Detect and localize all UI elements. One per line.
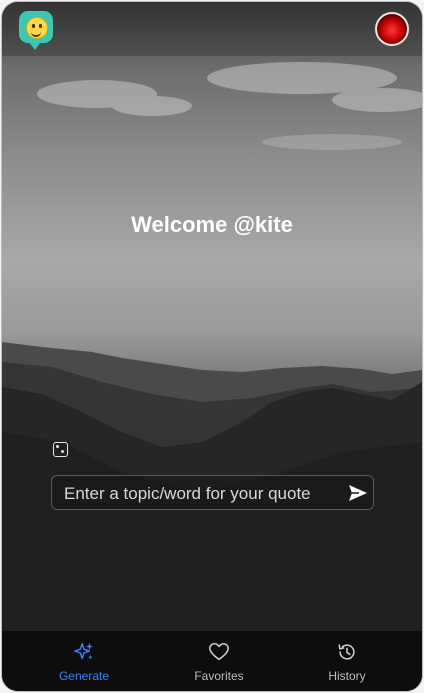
topic-input[interactable] [62, 476, 336, 511]
sparkles-icon [74, 642, 94, 660]
topic-input-container [51, 475, 374, 511]
send-icon[interactable] [348, 484, 368, 502]
history-icon [338, 644, 355, 660]
heart-icon [209, 642, 229, 661]
app-screen: Welcome @kite Generate Favorites [2, 2, 422, 691]
dice-icon[interactable] [53, 442, 68, 457]
nav-label: Generate [58, 669, 110, 683]
nav-label: History [328, 669, 366, 683]
welcome-heading: Welcome @kite [131, 212, 293, 237]
top-bar [2, 2, 422, 56]
nav-favorites[interactable]: Favorites [169, 641, 269, 687]
bottom-navigation: Generate Favorites History [2, 630, 422, 691]
smiley-chat-logo-icon[interactable] [19, 11, 53, 50]
nav-generate[interactable]: Generate [34, 641, 134, 687]
nav-history[interactable]: History [297, 641, 397, 687]
user-avatar[interactable] [375, 12, 409, 46]
mountain-landscape-image [2, 62, 422, 630]
nav-label: Favorites [194, 669, 244, 683]
mountain-background [2, 2, 422, 630]
